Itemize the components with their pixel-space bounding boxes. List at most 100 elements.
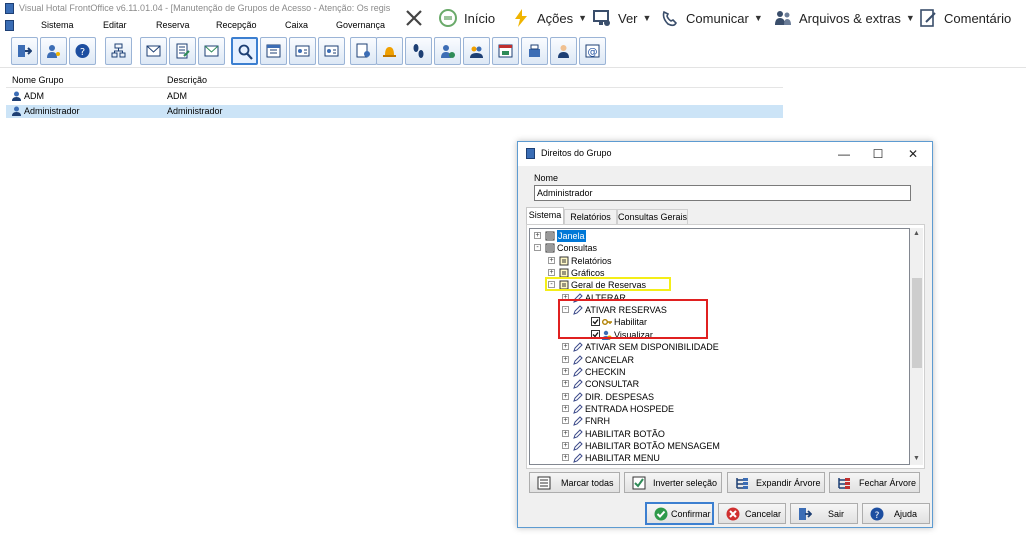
sair-button[interactable]: Sair [790,503,858,524]
permission-checkbox[interactable] [591,317,600,327]
tab-relatorios[interactable]: Relatórios [564,209,617,225]
tree-node[interactable]: Habilitar [530,316,908,328]
scroll-thumb[interactable] [912,278,922,368]
expand-icon[interactable]: + [562,417,569,425]
tree-scrollbar[interactable]: ▲ ▼ [910,228,923,465]
menu-governanca[interactable]: Governança [336,17,385,34]
tree-node[interactable]: + HABILITAR BOTÃO [530,428,908,440]
expand-icon[interactable]: + [562,355,569,363]
arquivos-extras-button[interactable]: Arquivos & extras ▼ [773,0,915,36]
fechar-arvore-button[interactable]: Fechar Árvore [829,472,920,493]
calculator-button[interactable] [169,37,196,65]
group-button[interactable] [463,37,490,65]
tree-node[interactable]: + DIR. DESPESAS [530,391,908,403]
tree-node[interactable]: + CANCELAR [530,354,908,366]
scroll-up-icon[interactable]: ▲ [910,228,923,240]
ajuda-button[interactable]: ? Ajuda [862,503,930,524]
expand-icon[interactable]: + [548,269,555,277]
expand-icon[interactable]: + [562,343,569,351]
ver-button[interactable]: Ver ▼ [592,0,651,36]
tree-node-label: HABILITAR MENU [585,453,660,464]
id-card-button[interactable] [289,37,316,65]
menu-caixa[interactable]: Caixa [285,17,308,34]
column-header-descricao[interactable]: Descrição [167,75,207,85]
add-user-button[interactable] [434,37,461,65]
bell-button[interactable] [376,37,403,65]
email-at-button[interactable]: @ [579,37,606,65]
tree-node[interactable]: + CHECKIN [530,366,908,378]
minimize-icon[interactable]: — [827,142,861,166]
hotel-app-icon[interactable] [5,20,14,31]
tree-node[interactable]: Visualizar [530,329,908,341]
calendar-button[interactable] [260,37,287,65]
tree-node[interactable]: + ALTERAR [530,292,908,304]
expand-icon[interactable]: + [562,441,569,449]
maid-button[interactable] [550,37,577,65]
marcar-todas-button[interactable]: Marcar todas [529,472,620,493]
exit-button[interactable] [11,37,38,65]
expand-icon[interactable]: + [548,256,555,264]
guest-report-button[interactable] [350,37,377,65]
menu-reserva[interactable]: Reserva [156,17,190,34]
inverter-selecao-button[interactable]: Inverter seleção [624,472,722,493]
close-button[interactable] [404,0,424,36]
tree-node[interactable]: + HABILITAR BOTÃO MENSAGEM [530,440,908,452]
id-card-button[interactable] [318,37,345,65]
permission-checkbox[interactable] [591,329,600,339]
user-key-button[interactable] [40,37,67,65]
org-chart-button[interactable] [105,37,132,65]
search-button[interactable] [231,37,258,65]
tree-node[interactable]: + HABILITAR MENU [530,452,908,464]
envelope-button[interactable] [140,37,167,65]
scroll-down-icon[interactable]: ▼ [910,453,923,465]
confirmar-button[interactable]: Confirmar [645,502,714,525]
tree-node[interactable]: - Consultas [530,242,908,254]
comentario-button[interactable]: Comentário [918,0,1011,36]
menu-sistema[interactable]: Sistema [41,17,74,34]
inicio-button[interactable]: Início [438,0,495,36]
cancelar-button[interactable]: Cancelar [718,503,786,524]
tree-node[interactable]: - ATIVAR RESERVAS [530,304,908,316]
tree-node[interactable]: + Gráficos [530,267,908,279]
expand-icon[interactable]: + [562,380,569,388]
dialog-title-bar[interactable]: Direitos do Grupo — ☐ ✕ [518,142,932,166]
acoes-button[interactable]: Ações ▼ [511,0,587,36]
people-icon [775,11,791,25]
permissions-tree[interactable]: + Janela - Consultas + Relatórios + Gráficos - Ge… [529,228,910,465]
help-button[interactable]: ? [69,37,96,65]
group-name-input[interactable] [534,185,911,201]
close-icon[interactable]: ✕ [896,142,930,166]
maximize-icon[interactable]: ☐ [861,142,895,166]
expand-icon[interactable]: + [562,404,569,412]
expand-icon[interactable]: + [534,232,541,239]
register-button[interactable] [521,37,548,65]
tree-node[interactable]: - Geral de Reservas [530,279,908,291]
expand-icon[interactable]: + [562,454,569,462]
id-card-icon [295,45,310,57]
expandir-arvore-button[interactable]: Expandir Árvore [727,472,825,493]
tab-sistema[interactable]: Sistema [526,207,564,225]
collapse-icon[interactable]: - [562,306,569,314]
table-row[interactable]: ADM ADM [6,90,783,103]
tree-node[interactable]: + ATIVAR SEM DISPONIBILIDADE [530,341,908,353]
tree-node[interactable]: + CONSULTAR [530,378,908,390]
collapse-icon[interactable]: - [548,281,555,289]
cash-register-button[interactable] [492,37,519,65]
tree-node[interactable]: + Janela [530,230,908,242]
table-row[interactable]: Administrador Administrador [6,105,783,118]
expand-icon[interactable]: + [562,367,569,375]
mail-send-button[interactable] [198,37,225,65]
tree-node[interactable]: + Relatórios [530,255,908,267]
comunicar-button[interactable]: Comunicar ▼ [660,0,763,36]
expand-icon[interactable]: + [562,293,569,301]
tree-node[interactable]: + FNRH [530,415,908,427]
expand-icon[interactable]: + [562,429,569,437]
column-header-nome-grupo[interactable]: Nome Grupo [12,75,64,85]
tab-consultas-gerais[interactable]: Consultas Gerais [617,209,688,225]
collapse-icon[interactable]: - [534,244,541,252]
footprints-button[interactable] [405,37,432,65]
menu-recepcao[interactable]: Recepção [216,17,257,34]
tree-node[interactable]: + ENTRADA HOSPEDE [530,403,908,415]
expand-icon[interactable]: + [562,392,569,400]
menu-editar[interactable]: Editar [103,17,127,34]
